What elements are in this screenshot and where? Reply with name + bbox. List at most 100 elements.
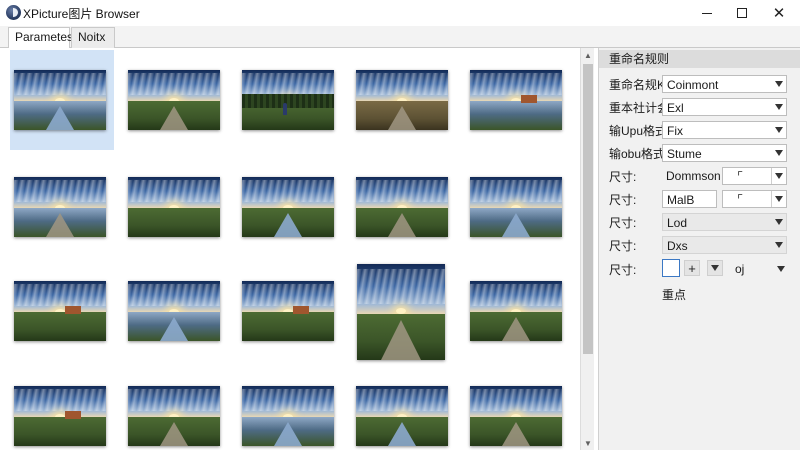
dropdown-value: Exl [667,101,684,115]
dropdown-value: Lod [667,216,688,230]
size-label: 尺寸: [609,216,637,230]
thumbnail-landscape-4[interactable] [356,70,448,130]
size-dropdown[interactable]: Dxs [662,236,787,254]
thumbnail-path [502,317,530,341]
chevron-down-icon[interactable] [777,266,785,272]
scrollbar-thumb[interactable] [583,64,593,354]
thumbnail-path [388,106,416,130]
chevron-down-icon [775,219,783,225]
minimize-button[interactable] [688,0,726,26]
thumbnail-path [274,422,302,446]
scroll-down-arrow-icon[interactable]: ▼ [581,436,595,450]
thumbnail-sky [356,177,448,209]
add-button[interactable]: + [684,260,700,276]
thumbnail-path [160,106,188,130]
thumbnail-sky [128,281,220,313]
chevron-down-icon [775,150,783,156]
maximize-button[interactable] [723,0,761,26]
thumbnail-sky [14,281,106,313]
size-checkbox[interactable] [662,259,680,277]
thumbnail-landscape-12[interactable] [128,281,220,341]
size-value: Dommson [666,169,721,183]
thumbnail-landscape-15[interactable] [470,281,562,341]
app-logo-icon [6,5,21,20]
size-value-field[interactable]: Dommson [662,167,721,185]
chevron-down-icon [775,173,783,179]
dropdown-value: Fix [667,124,683,138]
thumbnail-building [64,306,81,315]
thumbnail-landscape-6[interactable] [14,177,106,237]
thumbnail-sky [356,386,448,418]
thumbnail-trees [242,94,334,108]
close-button[interactable]: ✕ [760,0,798,26]
dropdown-value: Coinmont [667,78,719,92]
thumbnail-landscape-2[interactable] [128,70,220,130]
crop-mode-dropdown[interactable]: ⌜ [722,167,787,185]
thumbnail-sky [14,386,106,418]
thumbnail-path [46,213,74,237]
size-value-field[interactable]: MalB [662,190,717,208]
rename-rule-dropdown[interactable]: Coinmont [662,75,787,93]
rename-counter-dropdown[interactable]: Exl [662,98,787,116]
thumbnail-landscape-14[interactable] [357,264,445,360]
size-dropdown[interactable]: Lod [662,213,787,231]
thumbnail-landscape-18[interactable] [242,386,334,446]
maximize-icon [737,8,747,18]
input-format-dropdown[interactable]: Fix [662,121,787,139]
crop-icon: ⌜ [737,169,744,184]
thumbnail-landscape-19[interactable] [356,386,448,446]
aspect-mode-dropdown[interactable]: ⌜ [722,190,787,208]
dropdown-value: Dxs [667,239,688,253]
thumbnail-sky [470,386,562,418]
thumbnail-sky [470,281,562,313]
chevron-down-icon [775,81,783,87]
size-label: 尺寸: [609,193,637,207]
window-title: XPicture图片 Browser [23,7,140,21]
rename-settings-panel: 重命名规则 重命名规K: Coinmont 重本社计会: Exl 输Upu格式 … [598,48,800,450]
scroll-up-arrow-icon[interactable]: ▲ [581,48,595,62]
thumbnail-sky [470,177,562,209]
gallery-scrollbar[interactable]: ▲ ▼ [580,48,594,450]
tab-bar: Parametes Noitx [0,26,800,49]
aspect-icon: ⌜ [737,192,744,207]
thumbnail-gallery [0,48,580,450]
output-format-label: 输obu格式 [609,147,666,161]
footer-label: 重点 [662,288,687,302]
dropdown-button[interactable] [707,260,723,276]
chevron-down-icon [775,242,783,248]
output-format-dropdown[interactable]: Stume [662,144,787,162]
thumbnail-landscape-10[interactable] [470,177,562,237]
tab-noitx[interactable]: Noitx [71,27,115,48]
thumbnail-landscape-3[interactable] [242,70,334,130]
close-icon: ✕ [772,4,786,22]
thumbnail-path [381,320,421,360]
thumbnail-sky [128,177,220,209]
thumbnail-landscape-7[interactable] [128,177,220,237]
size-label: 尺寸: [609,239,637,253]
tab-parametes[interactable]: Parametes [8,27,73,49]
thumbnail-path [46,106,74,130]
thumbnail-landscape-16[interactable] [14,386,106,446]
thumbnail-landscape-13[interactable] [242,281,334,341]
chevron-down-icon [711,265,719,271]
thumbnail-building [292,306,309,315]
thumbnail-building [520,95,537,104]
thumbnail-landscape-8[interactable] [242,177,334,237]
plus-icon: + [688,260,696,276]
dropdown-value: Stume [667,147,702,161]
rename-rule-label: 重命名规K: [609,78,669,92]
thumbnail-ground [242,312,334,341]
thumbnail-path [388,213,416,237]
thumbnail-landscape-17[interactable] [128,386,220,446]
thumbnail-sky [128,386,220,418]
thumbnail-building [64,411,81,420]
thumbnail-landscape-1[interactable] [14,70,106,130]
thumbnail-landscape-9[interactable] [356,177,448,237]
thumbnail-landscape-20[interactable] [470,386,562,446]
chevron-down-icon [775,104,783,110]
thumbnail-landscape-5[interactable] [470,70,562,130]
size-label: 尺寸: [609,263,637,277]
thumbnail-landscape-11[interactable] [14,281,106,341]
thumbnail-person [283,103,288,115]
chevron-down-icon [775,127,783,133]
